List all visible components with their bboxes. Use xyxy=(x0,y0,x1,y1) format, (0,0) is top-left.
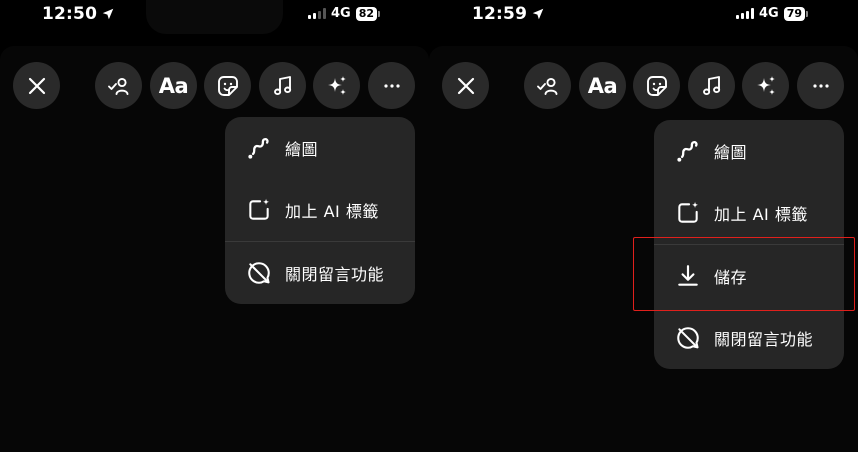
story-toolbar: Aa xyxy=(429,62,858,110)
menu-item-ai-label[interactable]: 加上 AI 標籤 xyxy=(654,182,844,244)
more-icon xyxy=(809,74,833,98)
menu-item-turn-off-comments[interactable]: 關閉留言功能 xyxy=(225,242,415,304)
text-tool-label: Aa xyxy=(158,73,189,98)
status-indicators: 4G 79 xyxy=(736,6,809,21)
status-bar: 12:59 4G 79 xyxy=(429,0,858,34)
cellular-signal-icon xyxy=(736,8,754,19)
more-options-menu: 繪圖 加上 AI 標籤 關閉留言功能 xyxy=(225,117,415,304)
location-arrow-icon xyxy=(531,7,545,21)
left-screenshot: 12:50 4G 82 Aa 繪圖 加上 AI 標籤 關閉留言功能 xyxy=(0,0,429,452)
comments-off-icon xyxy=(675,325,701,351)
music-icon xyxy=(700,74,724,98)
sticker-button[interactable] xyxy=(204,62,251,109)
effects-button[interactable] xyxy=(742,62,789,109)
squiggle-draw-icon xyxy=(246,135,272,161)
battery-level: 82 xyxy=(355,6,381,21)
menu-item-save[interactable]: 儲存 xyxy=(654,245,844,307)
close-icon xyxy=(454,74,478,98)
download-icon xyxy=(675,263,701,289)
story-toolbar: Aa xyxy=(0,62,429,110)
menu-item-label: 儲存 xyxy=(714,268,748,287)
mention-people-icon xyxy=(107,74,131,98)
menu-item-label: 加上 AI 標籤 xyxy=(714,205,808,224)
sticker-icon xyxy=(645,74,669,98)
menu-item-turn-off-comments[interactable]: 關閉留言功能 xyxy=(654,307,844,369)
ai-label-icon xyxy=(246,197,272,223)
mention-people-icon xyxy=(536,74,560,98)
text-tool-button[interactable]: Aa xyxy=(579,62,626,109)
dynamic-island xyxy=(146,0,283,34)
status-bar: 12:50 4G 82 xyxy=(0,0,429,34)
status-indicators: 4G 82 xyxy=(308,6,381,21)
effects-sparkle-icon xyxy=(754,74,778,98)
time-text: 12:50 xyxy=(42,4,98,24)
network-type: 4G xyxy=(331,6,351,21)
menu-item-label: 關閉留言功能 xyxy=(714,330,814,349)
mention-people-button[interactable] xyxy=(95,62,142,109)
sticker-button[interactable] xyxy=(633,62,680,109)
close-button[interactable] xyxy=(442,62,489,109)
menu-item-draw[interactable]: 繪圖 xyxy=(225,117,415,179)
more-button[interactable] xyxy=(368,62,415,109)
menu-item-draw[interactable]: 繪圖 xyxy=(654,120,844,182)
network-type: 4G xyxy=(759,6,779,21)
comments-off-icon xyxy=(246,260,272,286)
text-tool-label: Aa xyxy=(587,73,618,98)
battery-level: 79 xyxy=(783,6,809,21)
menu-item-label: 繪圖 xyxy=(285,140,319,159)
menu-item-label: 加上 AI 標籤 xyxy=(285,202,379,221)
music-button[interactable] xyxy=(259,62,306,109)
more-button[interactable] xyxy=(797,62,844,109)
menu-item-label: 關閉留言功能 xyxy=(285,265,385,284)
more-options-menu: 繪圖 加上 AI 標籤 儲存 關閉留言功能 xyxy=(654,120,844,369)
music-button[interactable] xyxy=(688,62,735,109)
text-tool-button[interactable]: Aa xyxy=(150,62,197,109)
status-time: 12:50 xyxy=(42,4,115,24)
more-icon xyxy=(380,74,404,98)
menu-item-label: 繪圖 xyxy=(714,143,748,162)
sticker-icon xyxy=(216,74,240,98)
location-arrow-icon xyxy=(101,7,115,21)
menu-item-ai-label[interactable]: 加上 AI 標籤 xyxy=(225,179,415,241)
effects-button[interactable] xyxy=(313,62,360,109)
squiggle-draw-icon xyxy=(675,138,701,164)
close-icon xyxy=(25,74,49,98)
close-button[interactable] xyxy=(13,62,60,109)
effects-sparkle-icon xyxy=(325,74,349,98)
music-icon xyxy=(271,74,295,98)
time-text: 12:59 xyxy=(472,4,528,24)
ai-label-icon xyxy=(675,200,701,226)
status-time: 12:59 xyxy=(472,4,545,24)
cellular-signal-icon xyxy=(308,8,326,19)
right-screenshot: 12:59 4G 79 Aa 繪圖 加上 AI 標籤 儲存 關閉留言功能 xyxy=(429,0,858,452)
mention-people-button[interactable] xyxy=(524,62,571,109)
